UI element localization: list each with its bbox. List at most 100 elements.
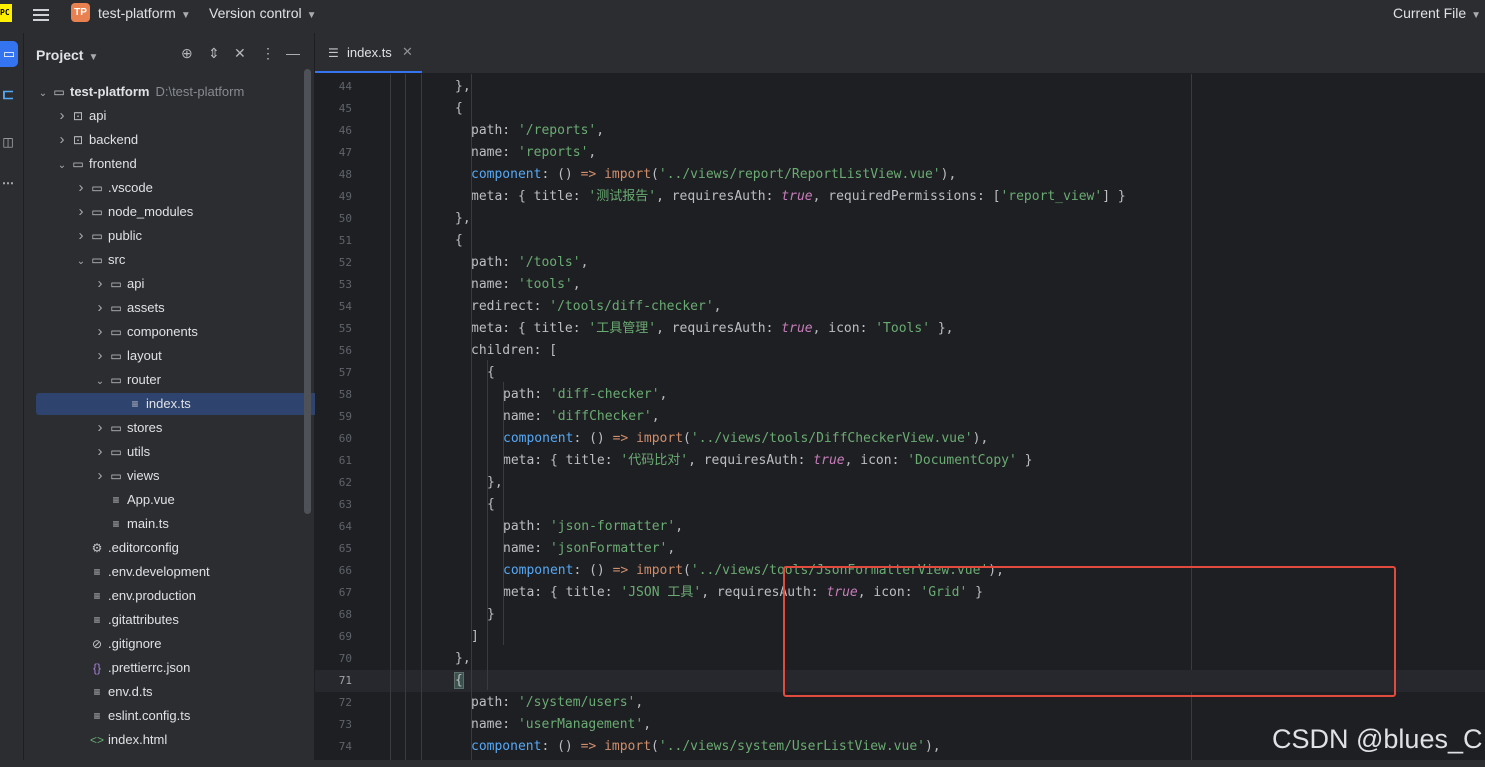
- code-line[interactable]: 62},: [315, 472, 1485, 494]
- code-line[interactable]: 46 path: '/reports',: [315, 120, 1485, 142]
- tree-item[interactable]: ⌄ ▭ test-platform D:\test-platform: [24, 81, 307, 103]
- tree-item[interactable]: ⌄ ▭ frontend: [24, 153, 326, 175]
- tree-item[interactable]: ≡ env.d.ts: [24, 681, 345, 703]
- code-line[interactable]: 53 name: 'tools',: [315, 274, 1485, 296]
- chevron-right-icon[interactable]: ›: [56, 105, 68, 127]
- tree-item[interactable]: › ▭ api: [24, 273, 364, 295]
- tree-item[interactable]: › ▭ stores: [24, 417, 364, 439]
- tree-item[interactable]: › ⊡ backend: [24, 129, 326, 151]
- chevron-right-icon[interactable]: ›: [94, 297, 106, 319]
- structure-icon[interactable]: ⊏: [0, 85, 16, 103]
- folder-icon: ▭: [91, 181, 103, 195]
- folder-icon: ▭: [110, 373, 122, 387]
- line-number: 46: [338, 124, 352, 137]
- chevron-right-icon[interactable]: ›: [75, 225, 87, 247]
- collapse-icon[interactable]: ✕: [234, 45, 246, 62]
- project-tree-scrollbar[interactable]: [304, 69, 311, 514]
- tab-index-ts[interactable]: ☰ index.ts ✕: [315, 33, 422, 73]
- main-menu-icon[interactable]: [33, 6, 51, 26]
- tree-item[interactable]: › ▭ components: [24, 321, 364, 343]
- code-line[interactable]: 58 path: 'diff-checker',: [315, 384, 1485, 406]
- tree-item[interactable]: ≡ main.ts: [24, 513, 364, 535]
- project-switcher[interactable]: test-platform ▼: [98, 5, 191, 21]
- tree-item[interactable]: ⊘ .gitignore: [24, 633, 345, 655]
- folder-icon: ▭: [91, 229, 103, 243]
- code-line[interactable]: 52 path: '/tools',: [315, 252, 1485, 274]
- chevron-right-icon[interactable]: ›: [94, 273, 106, 295]
- tree-item[interactable]: ≡ .env.production: [24, 585, 345, 607]
- expand-icon[interactable]: ⇕: [208, 45, 220, 62]
- tree-item[interactable]: › ▭ .vscode: [24, 177, 345, 199]
- chevron-down-icon[interactable]: ⌄: [94, 371, 106, 393]
- project-panel-title[interactable]: Project ▼: [36, 47, 98, 63]
- code-line[interactable]: 57 {: [315, 362, 1485, 384]
- tree-item[interactable]: ⌄ ▭ router: [24, 369, 364, 391]
- tree-item[interactable]: › ▭ node_modules: [24, 201, 345, 223]
- code-line[interactable]: 61 meta: { title: '代码比对', requiresAuth: t…: [315, 450, 1485, 472]
- tree-item[interactable]: <> index.html: [24, 729, 345, 751]
- tree-item[interactable]: {} .prettierrc.json: [24, 657, 345, 679]
- tree-item[interactable]: › ▭ utils: [24, 441, 364, 463]
- code-text: {: [455, 101, 463, 116]
- more-icon[interactable]: ⋮: [261, 45, 275, 62]
- file-icon: ≡: [93, 613, 101, 627]
- chevron-right-icon[interactable]: ›: [94, 441, 106, 463]
- chevron-right-icon[interactable]: ›: [75, 177, 87, 199]
- chevron-right-icon[interactable]: ›: [94, 321, 106, 343]
- code-line[interactable]: 60 component: () => import('../views/tool…: [315, 428, 1485, 450]
- code-text: }: [487, 607, 495, 622]
- chevron-down-icon[interactable]: ⌄: [75, 251, 87, 273]
- code-line[interactable]: 55 meta: { title: '工具管理', requiresAuth: t…: [315, 318, 1485, 340]
- code-line[interactable]: 63 {: [315, 494, 1485, 516]
- chevron-down-icon[interactable]: ⌄: [37, 83, 49, 105]
- line-number: 69: [338, 630, 352, 643]
- code-editor[interactable]: 44}, 45 {46 path: '/reports', 47 name: 'repor…: [315, 74, 1485, 767]
- tree-item[interactable]: ≡ .gitattributes: [24, 609, 345, 631]
- run-config-selector[interactable]: Current File ▼: [1393, 5, 1481, 21]
- code-line[interactable]: 65 name: 'jsonFormatter',: [315, 538, 1485, 560]
- close-icon[interactable]: ✕: [402, 44, 413, 60]
- code-line[interactable]: 45 {: [315, 98, 1485, 120]
- tree-item[interactable]: › ▭ layout: [24, 345, 364, 367]
- chevron-right-icon[interactable]: ›: [94, 345, 106, 367]
- tree-item[interactable]: ⚙ .editorconfig: [24, 537, 345, 559]
- code-line[interactable]: 51 {: [315, 230, 1485, 252]
- tree-item[interactable]: › ▭ views: [24, 465, 364, 487]
- tree-item[interactable]: › ⊡ api: [24, 105, 326, 127]
- plugins-icon[interactable]: ◫: [0, 135, 16, 149]
- file-icon: ≡: [131, 397, 139, 411]
- run-config-label: Current File: [1393, 5, 1467, 21]
- tree-item[interactable]: ⌄ ▭ src: [24, 249, 345, 271]
- project-badge[interactable]: TP: [71, 3, 90, 22]
- vcs-menu[interactable]: Version control ▼: [209, 5, 317, 21]
- tree-item[interactable]: ≡ App.vue: [24, 489, 364, 511]
- tree-item-label: index.ts: [146, 396, 191, 411]
- locate-icon[interactable]: ⊕: [181, 45, 193, 62]
- tree-item[interactable]: › ▭ public: [24, 225, 345, 247]
- chevron-right-icon[interactable]: ›: [75, 201, 87, 223]
- code-line[interactable]: 44},: [315, 76, 1485, 98]
- code-line[interactable]: 59 name: 'diffChecker',: [315, 406, 1485, 428]
- code-line[interactable]: 47 name: 'reports',: [315, 142, 1485, 164]
- code-line[interactable]: 56 children: [: [315, 340, 1485, 362]
- code-line[interactable]: 48 component: () => import('../views/repo…: [315, 164, 1485, 186]
- code-line[interactable]: 50},: [315, 208, 1485, 230]
- code-line[interactable]: 49 meta: { title: '测试报告', requiresAuth: t…: [315, 186, 1485, 208]
- chevron-right-icon[interactable]: ›: [94, 465, 106, 487]
- tree-item-label: .env.development: [108, 564, 210, 579]
- chevron-down-icon[interactable]: ⌄: [56, 155, 68, 177]
- tree-item[interactable]: ≡ eslint.config.ts: [24, 705, 345, 727]
- minimize-icon[interactable]: —: [286, 45, 300, 61]
- tree-item[interactable]: › ▭ assets: [24, 297, 364, 319]
- tree-item[interactable]: ≡ .env.development: [24, 561, 345, 583]
- line-number: 57: [338, 366, 352, 379]
- more-tools-icon[interactable]: ⋯: [0, 176, 16, 190]
- project-tool-window-icon[interactable]: ▭: [0, 41, 18, 67]
- folder-icon: ▭: [91, 205, 103, 219]
- chevron-right-icon[interactable]: ›: [56, 129, 68, 151]
- chevron-right-icon[interactable]: ›: [94, 417, 106, 439]
- code-line[interactable]: 64 path: 'json-formatter',: [315, 516, 1485, 538]
- file-icon: ≡: [112, 493, 120, 507]
- code-text: name: 'tools',: [471, 277, 581, 292]
- code-line[interactable]: 54 redirect: '/tools/diff-checker',: [315, 296, 1485, 318]
